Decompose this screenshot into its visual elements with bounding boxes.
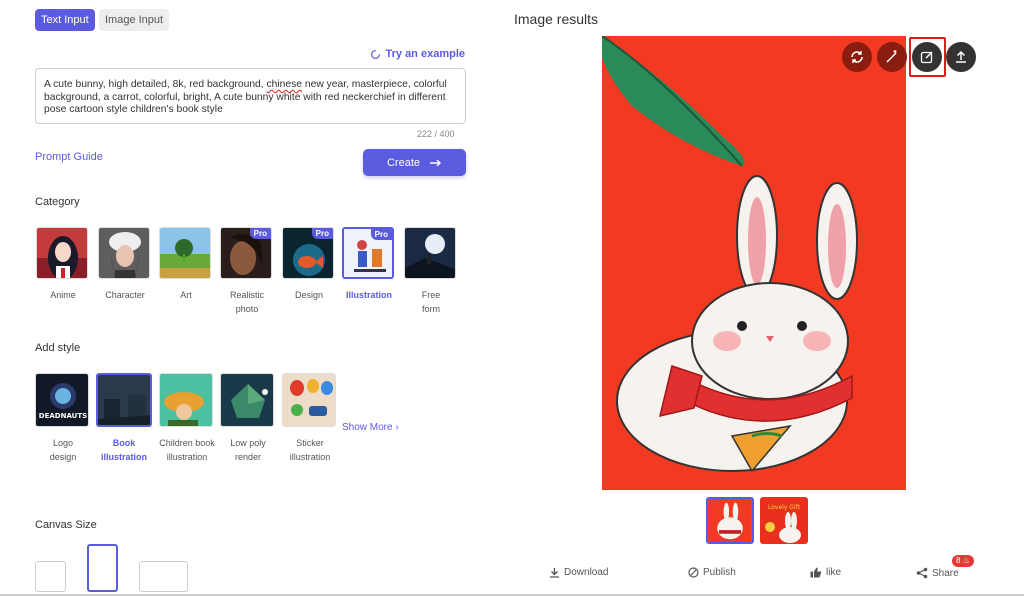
publish-label: Publish (703, 567, 736, 578)
char-counter: 222 / 400 (417, 129, 455, 139)
enhance-button[interactable] (877, 42, 907, 72)
magic-wand-icon (886, 50, 897, 63)
low-poly-thumbnail (220, 373, 274, 427)
pro-badge: Pro (249, 228, 271, 239)
add-style-title: Add style (35, 342, 81, 354)
category-title: Category (35, 196, 80, 208)
create-label: Create (386, 156, 421, 169)
category-free-form[interactable]: Free form (404, 227, 458, 316)
create-button[interactable]: Create (363, 149, 466, 176)
result-thumbnail-2[interactable]: Lovely Gift (760, 497, 808, 544)
fire-icon: ♨ (962, 556, 970, 565)
share-icon (916, 567, 928, 579)
like-button[interactable]: like (810, 567, 841, 578)
category-art[interactable]: Art (159, 227, 213, 302)
regenerate-button[interactable] (842, 42, 872, 72)
canvas-square-option[interactable] (35, 561, 66, 592)
art-thumbnail (159, 227, 211, 279)
category-realistic-photo[interactable]: Pro Realistic photo (220, 227, 274, 316)
anime-thumbnail (36, 227, 88, 279)
tab-text-input[interactable]: Text Input (35, 9, 95, 31)
app-root: Text Input Image Input Try an example A … (0, 0, 1024, 596)
thumbs-up-icon (810, 567, 822, 578)
publish-icon (688, 567, 699, 578)
download-label: Download (564, 567, 609, 578)
canvas-landscape-option[interactable] (139, 561, 188, 592)
prompt-text-part1: A cute bunny, high detailed, 8k, red bac… (44, 79, 267, 90)
style-label: Logo design (49, 438, 77, 462)
edit-highlight-box (909, 37, 946, 77)
logo-thumb-text: DEADNAUTS (39, 412, 87, 420)
children-book-thumbnail (159, 373, 213, 427)
image-results-title: Image results (514, 11, 599, 27)
category-character[interactable]: Character (98, 227, 152, 302)
book-illustration-thumbnail (96, 373, 152, 427)
character-thumbnail (98, 227, 150, 279)
refresh-icon (370, 49, 380, 59)
try-example-label: Try an example (385, 48, 466, 60)
publish-button[interactable]: Publish (688, 567, 736, 578)
tab-image-input[interactable]: Image Input (99, 9, 170, 31)
logo-design-thumbnail: DEADNAUTS (35, 373, 89, 427)
share-button[interactable]: Share (916, 567, 959, 579)
realistic-photo-thumbnail: Pro (220, 227, 272, 279)
canvas-portrait-option[interactable] (87, 544, 118, 592)
pro-badge: Pro (311, 228, 333, 239)
design-thumbnail: Pro (282, 227, 334, 279)
bunny-illustration (602, 36, 906, 490)
share-label: Share (932, 567, 959, 579)
style-label: Children book illustration (159, 438, 215, 462)
arrow-right-icon (430, 159, 442, 166)
try-example-link[interactable]: Try an example (370, 48, 466, 60)
prompt-guide-link[interactable]: Prompt Guide (35, 151, 103, 163)
chevron-right-icon: › (395, 422, 399, 433)
canvas-size-title: Canvas Size (35, 519, 97, 531)
style-label: Sticker illustration (289, 438, 331, 462)
category-label: Design (294, 290, 323, 300)
sticker-thumbnail (282, 373, 336, 427)
upload-icon (956, 50, 966, 63)
result-thumbnail-1[interactable] (706, 497, 754, 544)
category-anime[interactable]: Anime (36, 227, 90, 302)
free-form-thumbnail (404, 227, 456, 279)
share-count: 8 (956, 556, 961, 565)
category-label: Anime (50, 290, 76, 300)
result-image (602, 36, 906, 490)
category-label: Character (105, 290, 145, 300)
category-label: Free form (421, 290, 441, 314)
upload-button[interactable] (946, 42, 976, 72)
style-children-book-illustration[interactable]: Children book illustration (159, 373, 215, 464)
prompt-textarea[interactable]: A cute bunny, high detailed, 8k, red bac… (35, 68, 466, 124)
style-logo-design[interactable]: DEADNAUTS Logo design (35, 373, 91, 464)
refresh-icon (851, 51, 863, 63)
download-icon (550, 568, 559, 578)
style-low-poly-render[interactable]: Low poly render (220, 373, 276, 464)
pro-badge: Pro (370, 229, 392, 240)
prompt-misspelled-word: chinese (266, 79, 303, 90)
category-label: Art (180, 290, 192, 300)
thumb-2-title: Lovely Gift (768, 504, 801, 511)
category-label: Realistic photo (229, 290, 264, 314)
share-count-badge: 8 ♨ (952, 555, 974, 567)
show-more-link[interactable]: Show More › (342, 422, 399, 433)
category-design[interactable]: Pro Design (282, 227, 336, 302)
category-label: Illustration (345, 290, 392, 300)
category-illustration[interactable]: Pro Illustration (342, 227, 396, 302)
style-sticker-illustration[interactable]: Sticker illustration (282, 373, 338, 464)
style-label: Book illustration (100, 438, 147, 462)
illustration-thumbnail: Pro (342, 227, 394, 279)
like-label: like (826, 567, 842, 578)
download-button[interactable]: Download (549, 567, 608, 578)
style-book-illustration[interactable]: Book illustration (96, 373, 152, 464)
show-more-label: Show More (342, 422, 393, 433)
style-label: Low poly render (230, 438, 266, 462)
